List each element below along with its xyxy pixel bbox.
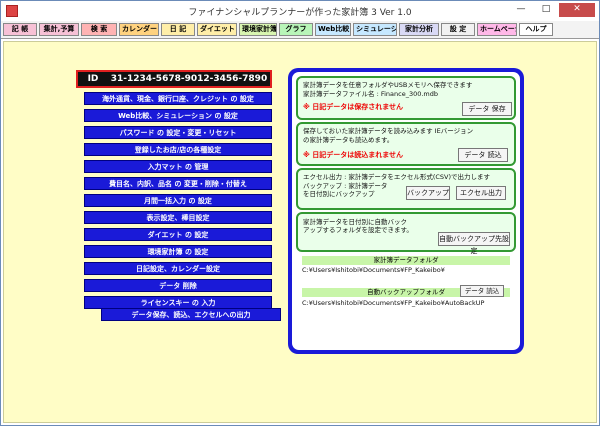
load-section: 保存しておいた家計簿データを読み込みます IEバージョン の家計簿データも読込め… xyxy=(296,122,516,166)
settings-menu-item[interactable]: 費目名、内訳、品名 の 変更・削除・付替え xyxy=(84,177,272,190)
data-folder-path: C:¥Users¥Ishitobi¥Documents¥FP_Kakeibo¥ xyxy=(302,266,445,274)
toolbar-button-10[interactable]: 家計分析 xyxy=(399,23,439,36)
toolbar-button-6[interactable]: 環境家計簿 xyxy=(239,23,277,36)
settings-menu-item[interactable]: 登録したお店/店の各種設定 xyxy=(84,143,272,156)
settings-menu-item[interactable]: ダイエット の 設定 xyxy=(84,228,272,241)
settings-menu-item[interactable]: Web比較、シミュレーション の 設定 xyxy=(84,109,272,122)
data-folder-label: 家計簿データフォルダ xyxy=(302,256,510,265)
close-icon[interactable]: ✕ xyxy=(559,3,595,17)
toolbar-button-9[interactable]: シミュレーション xyxy=(353,23,397,36)
settings-menu-item[interactable]: パスワード の 設定・変更・リセット xyxy=(84,126,272,139)
auto-desc-1: 家計簿データを日付別に自動バック xyxy=(303,218,407,226)
toolbar-button-8[interactable]: Web比較 xyxy=(315,23,351,36)
id-label: ID xyxy=(87,74,99,84)
window-controls: — □ ✕ xyxy=(509,3,595,17)
minimize-icon[interactable]: — xyxy=(509,3,533,17)
maximize-icon[interactable]: □ xyxy=(534,3,558,17)
main-toolbar: 記 帳集計,予算検 索カレンダー日 記ダイエット 環境家計簿 グラフ Web比較 シミュ… xyxy=(1,21,599,39)
menu-data-save-load-excel[interactable]: データ保存、読込、エクセルへの出力 xyxy=(101,308,281,321)
toolbar-button-0[interactable]: 記 帳 xyxy=(3,23,37,36)
title-bar: ファイナンシャルプランナーが作った家計簿 3 Ver 1.0 — □ ✕ xyxy=(1,1,599,21)
data-panel: 家計簿データを任意フォルダやUSBメモリへ保存できます 家計簿データファイル名 … xyxy=(288,68,524,354)
save-section: 家計簿データを任意フォルダやUSBメモリへ保存できます 家計簿データファイル名 … xyxy=(296,76,516,120)
settings-menu-item[interactable]: 海外通貨、現金、銀行口座、クレジット の 設定 xyxy=(84,92,272,105)
toolbar-button-13[interactable]: ヘルプ xyxy=(519,23,553,36)
settings-menu-item[interactable]: データ 削除 xyxy=(84,279,272,292)
toolbar-button-2[interactable]: 検 索 xyxy=(81,23,117,36)
backup-button[interactable]: バックアップ xyxy=(406,186,450,200)
load-desc-1: 保存しておいた家計簿データを読み込みます IEバージョン xyxy=(303,127,474,135)
id-value: 31-1234-5678-9012-3456-7890 xyxy=(110,74,268,84)
auto-backup-section: 家計簿データを日付別に自動バック アップするフォルダを設定できます。 自動バック… xyxy=(296,212,516,255)
settings-menu-item[interactable]: 環境家計簿 の 設定 xyxy=(84,245,272,258)
save-desc-1: 家計簿データを任意フォルダやUSBメモリへ保存できます xyxy=(303,81,473,89)
data-save-button[interactable]: データ 保存 xyxy=(462,102,512,116)
excel-desc-1: エクセル出力 : 家計簿データをエクセル形式(CSV)で出力します xyxy=(303,173,491,181)
save-warning: ※ 日記データは保存されません xyxy=(303,103,404,111)
excel-desc-3: を日付別にバックアップ xyxy=(303,190,375,198)
id-box: ID 31-1234-5678-9012-3456-7890 xyxy=(76,70,272,88)
toolbar-button-5[interactable]: ダイエット xyxy=(197,23,237,36)
settings-menu-item[interactable]: 月間一括入力 の 設定 xyxy=(84,194,272,207)
excel-section: エクセル出力 : 家計簿データをエクセル形式(CSV)で出力します バックアップ… xyxy=(296,168,516,210)
load-warning: ※ 日記データは読込まれません xyxy=(303,151,404,159)
excel-desc-2: バックアップ : 家計簿データ xyxy=(303,182,388,190)
backup-folder-path: C:¥Users¥Ishitobi¥Documents¥FP_Kakeibo¥A… xyxy=(302,299,485,307)
toolbar-button-3[interactable]: カレンダー xyxy=(119,23,159,36)
save-desc-2: 家計簿データファイル名 : Finance_300.mdb xyxy=(303,90,438,98)
settings-main-area: ID 31-1234-5678-9012-3456-7890 海外通貨、現金、銀… xyxy=(3,41,597,423)
backup-folder-load-button[interactable]: データ 読込 xyxy=(460,285,504,297)
auto-desc-2: アップするフォルダを設定できます。 xyxy=(303,226,413,234)
load-desc-2: の家計簿データも読込めます。 xyxy=(303,136,394,144)
auto-backup-setting-button[interactable]: 自動バックアップ先設定 xyxy=(438,232,510,255)
settings-menu-item[interactable]: 入力マット の 管理 xyxy=(84,160,272,173)
data-panel-inner: 家計簿データを任意フォルダやUSBメモリへ保存できます 家計簿データファイル名 … xyxy=(292,72,520,350)
settings-menu-item[interactable]: 表示設定、棒目設定 xyxy=(84,211,272,224)
settings-menu-item[interactable]: 日記設定、カレンダー設定 xyxy=(84,262,272,275)
toolbar-button-4[interactable]: 日 記 xyxy=(161,23,195,36)
app-window: ファイナンシャルプランナーが作った家計簿 3 Ver 1.0 — □ ✕ 記 帳… xyxy=(0,0,600,426)
toolbar-button-7[interactable]: グラフ xyxy=(279,23,313,36)
toolbar-button-11[interactable]: 設 定 xyxy=(441,23,475,36)
toolbar-button-12[interactable]: ホームページ xyxy=(477,23,517,36)
excel-export-button[interactable]: エクセル出力 xyxy=(456,186,506,200)
data-load-button[interactable]: データ 読込 xyxy=(458,148,508,162)
toolbar-button-1[interactable]: 集計,予算 xyxy=(39,23,79,36)
